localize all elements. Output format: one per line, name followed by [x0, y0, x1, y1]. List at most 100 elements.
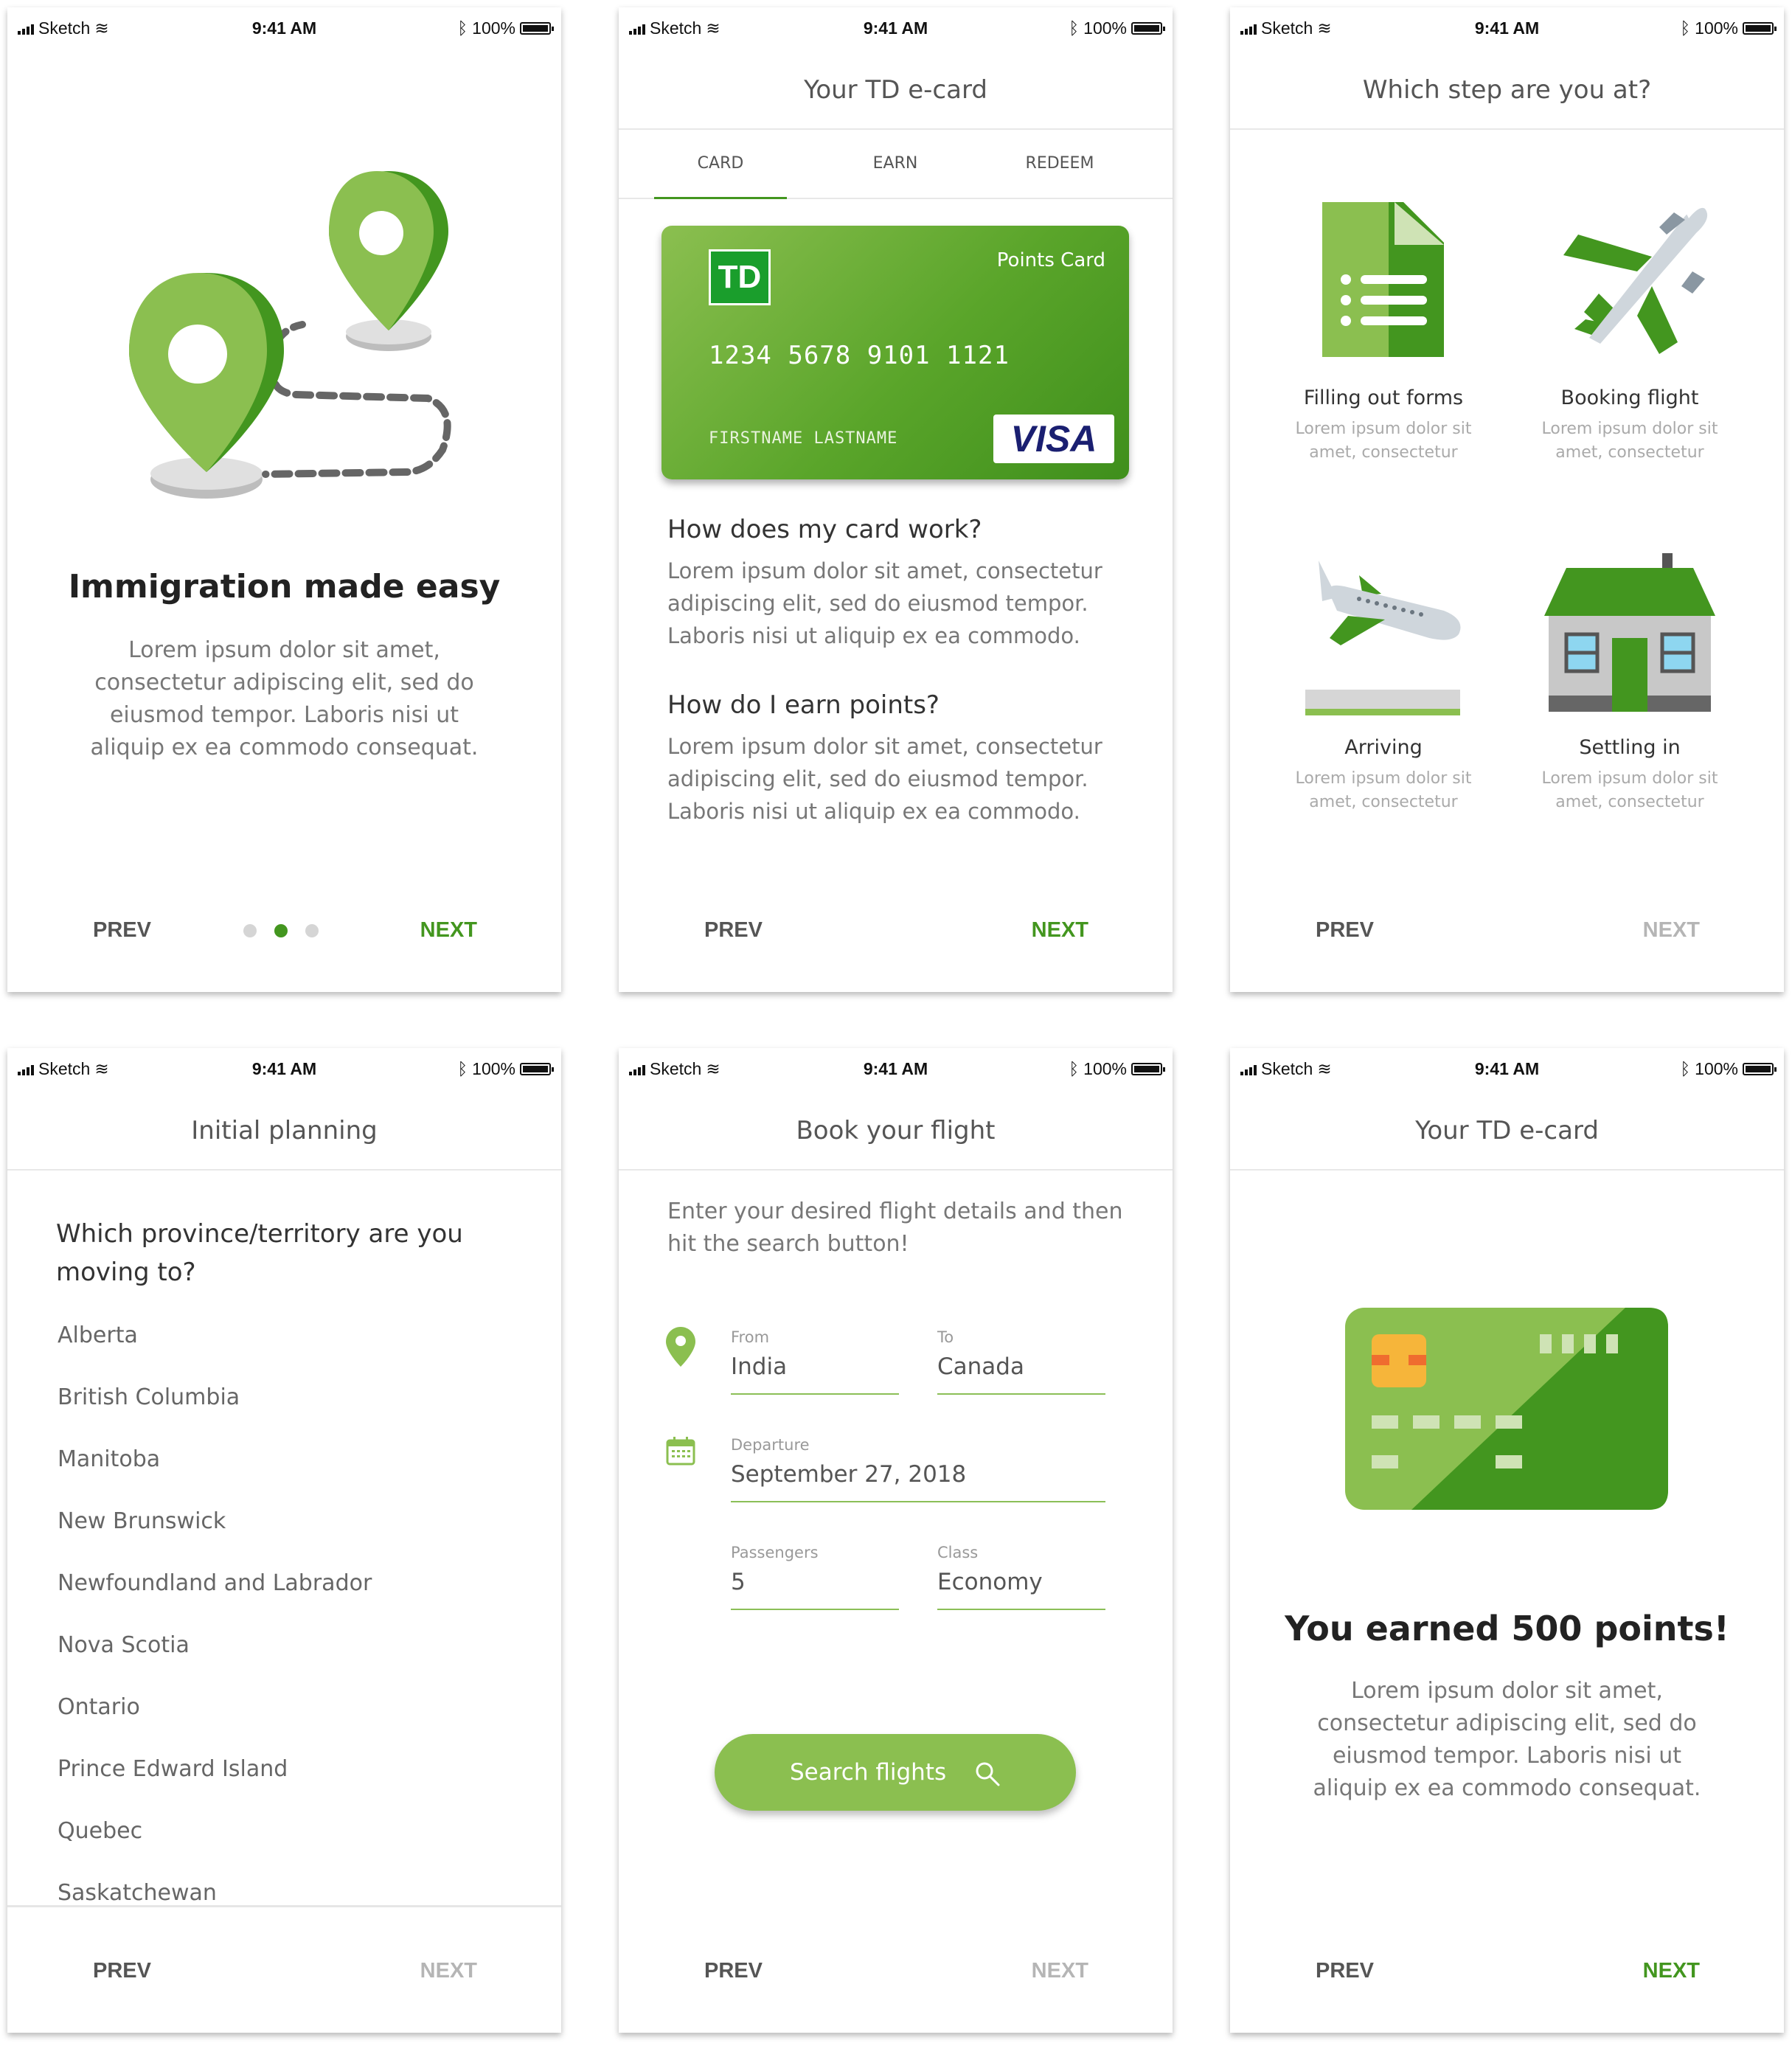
credit-card-icon — [1345, 1308, 1668, 1510]
faq-answer-points: Lorem ipsum dolor sit amet, consectetur … — [667, 734, 1102, 824]
step-title: Filling out forms — [1303, 386, 1464, 409]
step-subtitle: Lorem ipsum dolor sit amet, consectetur — [1295, 420, 1472, 462]
footer-nav: PREV NEXT — [619, 867, 1173, 992]
tab-bar: CARD EARN REDEEM — [619, 130, 1173, 199]
tab-earn[interactable]: EARN — [829, 130, 962, 198]
instructions-text: Enter your desired flight details and th… — [667, 1199, 1123, 1257]
bluetooth-icon: ᛒ — [1069, 18, 1080, 38]
page-dot[interactable] — [243, 924, 257, 937]
battery-percent: 100% — [1083, 18, 1127, 38]
step-subtitle: Lorem ipsum dolor sit amet, consectetur — [1541, 769, 1718, 811]
bluetooth-icon: ᛒ — [457, 1059, 468, 1078]
question-heading: Which province/territory are you moving … — [56, 1219, 463, 1287]
next-button[interactable]: NEXT — [1032, 918, 1088, 943]
departure-underline — [731, 1501, 1105, 1502]
battery-percent: 100% — [472, 18, 515, 38]
to-underline — [937, 1393, 1105, 1395]
status-bar: Sketch ≋ 9:41 AM ᛒ 100% — [619, 7, 1173, 52]
list-item[interactable]: Manitoba — [58, 1446, 160, 1472]
list-item[interactable]: Newfoundland and Labrador — [58, 1570, 372, 1596]
step-title: Booking flight — [1560, 386, 1699, 409]
house-icon — [1544, 553, 1715, 712]
battery-percent: 100% — [1083, 1059, 1127, 1078]
battery-icon — [1743, 1063, 1777, 1075]
screen-ecard-info: Sketch ≋ 9:41 AM ᛒ 100% Your TD e-card CAR… — [619, 7, 1173, 992]
prev-button[interactable]: PREV — [704, 918, 763, 943]
page-header: Which step are you at? — [1230, 52, 1784, 130]
airplane-flying-icon — [1563, 204, 1708, 354]
departure-field[interactable]: September 27, 2018 — [731, 1461, 966, 1488]
faq-question-card: How does my card work? — [667, 515, 982, 544]
document-form-icon — [1322, 202, 1444, 357]
step-title: Settling in — [1579, 736, 1681, 759]
to-label: To — [937, 1328, 954, 1346]
list-item[interactable]: Saskatchewan — [58, 1880, 217, 1906]
passengers-label: Passengers — [731, 1544, 819, 1561]
battery-percent: 100% — [472, 1059, 515, 1078]
page-dot-active[interactable] — [274, 924, 288, 937]
battery-icon — [520, 22, 554, 35]
class-field[interactable]: Economy — [937, 1569, 1043, 1595]
prev-button[interactable]: PREV — [93, 1959, 151, 1983]
tab-redeem[interactable]: REDEEM — [993, 130, 1126, 198]
list-item[interactable]: Prince Edward Island — [58, 1756, 288, 1782]
faq-answer-card: Lorem ipsum dolor sit amet, consectetur … — [667, 558, 1102, 648]
next-button[interactable]: NEXT — [1643, 1959, 1700, 1983]
bluetooth-icon: ᛒ — [1069, 1059, 1080, 1078]
from-field[interactable]: India — [731, 1353, 787, 1380]
passengers-underline — [731, 1609, 899, 1610]
list-item[interactable]: Nova Scotia — [58, 1632, 190, 1658]
battery-percent: 100% — [1695, 1059, 1738, 1078]
map-route-illustration — [129, 171, 451, 499]
battery-icon — [1743, 22, 1777, 35]
search-flights-button[interactable]: Search flights — [715, 1734, 1076, 1811]
prev-button[interactable]: PREV — [1316, 918, 1374, 943]
status-bar: Sketch ≋ 9:41 AM ᛒ 100% — [1230, 1048, 1784, 1092]
visa-logo: VISA — [993, 415, 1114, 463]
status-bar: Sketch ≋ 9:41 AM ᛒ 100% — [619, 1048, 1173, 1092]
next-button[interactable]: NEXT — [1643, 918, 1700, 943]
next-button[interactable]: NEXT — [1032, 1959, 1088, 1983]
list-item[interactable]: New Brunswick — [58, 1508, 226, 1534]
screen-steps: Sketch ≋ 9:41 AM ᛒ 100% Which step are you… — [1230, 7, 1784, 992]
footer-nav: PREV NEXT — [7, 1905, 561, 2033]
list-item[interactable]: Ontario — [58, 1694, 140, 1720]
points-card: TD Points Card 1234 5678 9101 1121 FIRST… — [661, 226, 1129, 479]
search-button-label: Search flights — [790, 1759, 947, 1786]
step-subtitle: Lorem ipsum dolor sit amet, consectetur — [1295, 769, 1472, 811]
prev-button[interactable]: PREV — [93, 918, 151, 943]
footer-nav: PREV NEXT — [7, 867, 561, 992]
calendar-icon — [666, 1437, 695, 1466]
footer-nav: PREV NEXT — [1230, 867, 1784, 992]
points-earned-paragraph: Lorem ipsum dolor sit amet, consectetur … — [1313, 1678, 1701, 1801]
status-bar: Sketch ≋ 9:41 AM ᛒ 100% — [7, 1048, 561, 1092]
card-holder-name: FIRSTNAME LASTNAME — [709, 429, 898, 448]
page-title: Immigration made easy — [68, 568, 501, 606]
intro-paragraph: Lorem ipsum dolor sit amet, consectetur … — [90, 637, 479, 760]
card-number: 1234 5678 9101 1121 — [709, 341, 1010, 370]
prev-button[interactable]: PREV — [704, 1959, 763, 1983]
next-button[interactable]: NEXT — [420, 1959, 477, 1983]
class-underline — [937, 1609, 1105, 1610]
search-icon — [976, 1762, 1000, 1786]
list-item[interactable]: Alberta — [58, 1322, 138, 1348]
status-bar: Sketch ≋ 9:41 AM ᛒ 100% — [1230, 7, 1784, 52]
bluetooth-icon: ᛒ — [1680, 1059, 1691, 1078]
passengers-field[interactable]: 5 — [731, 1569, 746, 1595]
to-field[interactable]: Canada — [937, 1353, 1024, 1380]
next-button[interactable]: NEXT — [420, 918, 477, 943]
battery-icon — [520, 1063, 554, 1075]
from-label: From — [731, 1328, 770, 1346]
departure-label: Departure — [731, 1436, 810, 1454]
from-underline — [731, 1393, 899, 1395]
faq-question-points: How do I earn points? — [667, 690, 940, 720]
page-header: Your TD e-card — [1230, 1092, 1784, 1171]
list-item[interactable]: British Columbia — [58, 1384, 240, 1410]
page-dot[interactable] — [305, 924, 319, 937]
prev-button[interactable]: PREV — [1316, 1959, 1374, 1983]
footer-nav: PREV NEXT — [1230, 1907, 1784, 2033]
tab-card[interactable]: CARD — [654, 130, 787, 199]
list-item[interactable]: Quebec — [58, 1818, 142, 1844]
page-header: Initial planning — [7, 1092, 561, 1171]
location-pin-icon — [666, 1327, 695, 1367]
